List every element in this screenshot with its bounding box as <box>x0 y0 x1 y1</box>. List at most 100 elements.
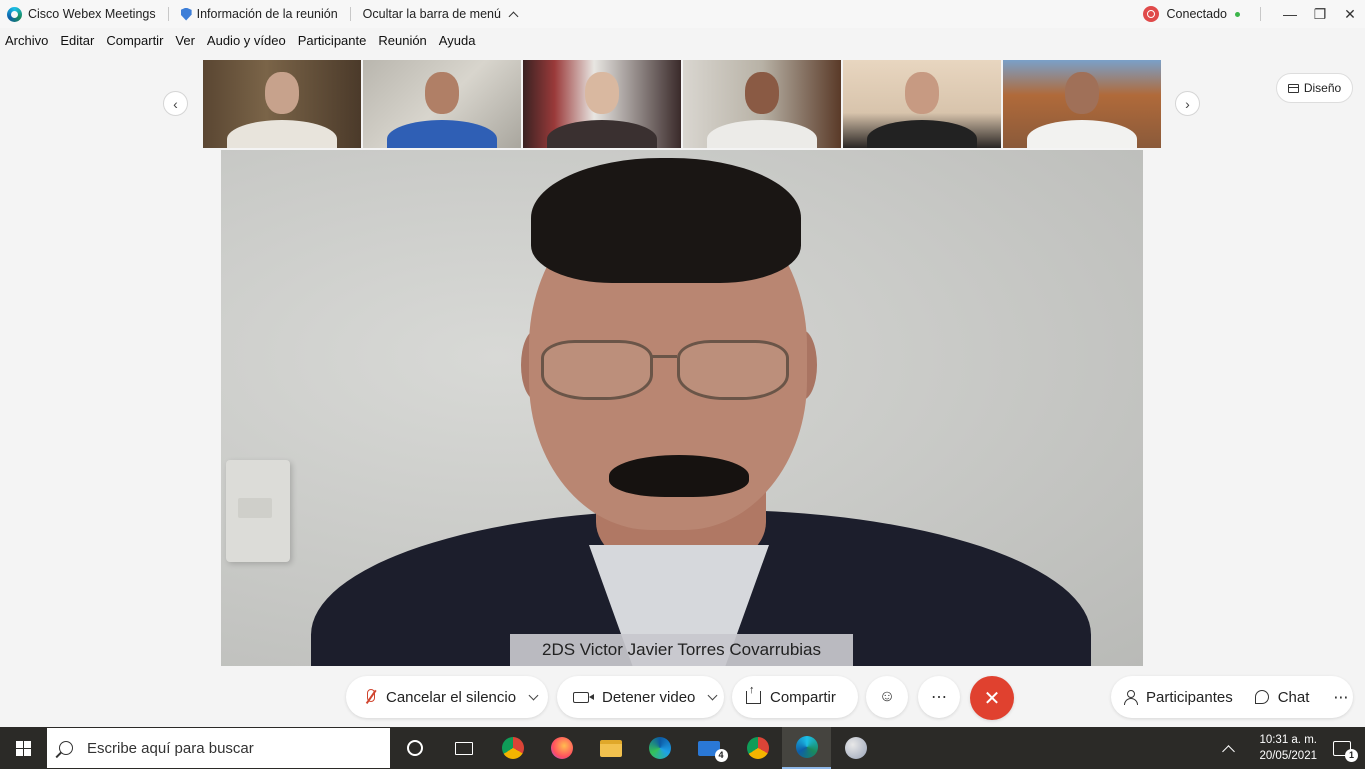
active-speaker-video[interactable]: 2DS Victor Javier Torres Covarrubias <box>221 150 1143 666</box>
next-thumbnails-button[interactable]: › <box>1175 91 1200 116</box>
participant-thumbnails <box>203 60 1161 148</box>
thumbnail-head <box>745 72 779 114</box>
participant-thumbnail[interactable] <box>683 60 841 148</box>
search-placeholder: Escribe aquí para buscar <box>87 739 254 757</box>
menu-ver[interactable]: Ver <box>175 33 195 55</box>
menu-ayuda[interactable]: Ayuda <box>439 33 476 55</box>
task-view-icon <box>454 741 473 755</box>
chrome-button[interactable] <box>488 727 537 769</box>
chrome-profile-button[interactable] <box>733 727 782 769</box>
chat-label: Chat <box>1277 688 1310 706</box>
unmute-label: Cancelar el silencio <box>386 688 517 706</box>
app-name: Cisco Webex Meetings <box>28 7 156 21</box>
share-label: Compartir <box>770 688 836 706</box>
edge-button[interactable] <box>635 727 684 769</box>
share-icon <box>746 684 761 704</box>
menu-archivo[interactable]: Archivo <box>5 33 48 55</box>
participants-button[interactable]: Participantes <box>1123 689 1233 706</box>
camera-icon <box>573 691 594 703</box>
chevron-down-icon[interactable] <box>707 690 718 700</box>
thumbnail-body <box>1027 120 1137 148</box>
thumbnail-head <box>905 72 939 114</box>
speaker-glasses-lens <box>541 340 653 400</box>
layout-icon <box>1287 83 1299 93</box>
search-icon <box>59 741 73 755</box>
participants-label: Participantes <box>1146 688 1233 706</box>
thumbnail-body <box>547 120 657 148</box>
webex-icon <box>795 736 818 758</box>
thumbnail-body <box>867 120 977 148</box>
minimize-button[interactable]: — <box>1275 6 1305 22</box>
participant-thumbnail[interactable] <box>1003 60 1161 148</box>
cortana-button[interactable] <box>390 727 439 769</box>
notification-icon[interactable]: 1 <box>1333 740 1358 762</box>
smiley-icon: ☺ <box>878 688 896 705</box>
unmute-button[interactable]: Cancelar el silencio <box>346 676 548 718</box>
windows-taskbar: Escribe aquí para buscar 4 10:31 a. m. 2… <box>0 727 1365 769</box>
paint-button[interactable] <box>831 727 880 769</box>
more-icon: ⋯ <box>931 689 947 706</box>
participant-thumbnail[interactable] <box>363 60 521 148</box>
participant-thumbnail[interactable] <box>843 60 1001 148</box>
menu-compartir[interactable]: Compartir <box>106 33 163 55</box>
participant-thumbnail[interactable] <box>203 60 361 148</box>
stop-video-label: Detener video <box>602 688 696 706</box>
recording-icon[interactable] <box>1142 6 1159 22</box>
chrome-icon <box>501 737 524 759</box>
reactions-button[interactable]: ☺ <box>866 676 908 718</box>
webex-logo-icon <box>7 6 22 22</box>
mail-badge: 4 <box>714 748 728 762</box>
task-view-button[interactable] <box>439 727 488 769</box>
clock-time: 10:31 a. m. <box>1259 734 1317 746</box>
mail-button[interactable]: 4 <box>684 727 733 769</box>
divider <box>167 7 169 21</box>
chevron-down-icon[interactable] <box>528 690 539 700</box>
thumbnail-body <box>387 120 497 148</box>
menu-reunion[interactable]: Reunión <box>378 33 426 55</box>
meeting-info-label: Información de la reunión <box>196 7 338 21</box>
speaker-glasses-lens <box>677 340 789 400</box>
clock[interactable]: 10:31 a. m. 20/05/2021 <box>1259 732 1317 764</box>
windows-logo-icon <box>16 740 31 756</box>
start-button[interactable] <box>0 727 47 769</box>
webex-taskbar-button[interactable] <box>782 727 831 769</box>
file-explorer-button[interactable] <box>586 727 635 769</box>
taskbar-search[interactable]: Escribe aquí para buscar <box>47 728 390 768</box>
thumbnail-head <box>585 72 619 114</box>
menu-audio-video[interactable]: Audio y vídeo <box>207 33 286 55</box>
share-button[interactable]: Compartir <box>732 676 858 718</box>
thumbnail-head <box>425 72 459 114</box>
panel-more-button[interactable]: ⋯ <box>1333 688 1348 706</box>
firefox-button[interactable] <box>537 727 586 769</box>
restore-button[interactable]: ❐ <box>1305 6 1335 23</box>
end-meeting-button[interactable]: ✕ <box>970 676 1014 720</box>
participant-thumbnail[interactable] <box>523 60 681 148</box>
chevron-up-icon[interactable] <box>1222 744 1236 758</box>
layout-button[interactable]: Diseño <box>1276 73 1353 103</box>
chrome-icon <box>746 737 769 759</box>
chevron-up-icon <box>508 11 519 21</box>
previous-thumbnails-button[interactable]: ‹ <box>163 91 188 116</box>
mail-icon: 4 <box>697 740 728 762</box>
clock-date: 20/05/2021 <box>1259 750 1317 762</box>
close-button[interactable]: ✕ <box>1335 6 1365 23</box>
wall-switch <box>226 460 290 562</box>
hide-menu-button[interactable]: Ocultar la barra de menú <box>363 7 519 21</box>
notification-count: 1 <box>1345 748 1358 762</box>
divider <box>349 7 351 21</box>
speaker-mustache <box>609 455 749 497</box>
chat-button[interactable]: Chat <box>1254 688 1310 706</box>
meeting-info-button[interactable]: Información de la reunión <box>180 7 338 21</box>
person-icon <box>1123 690 1138 705</box>
title-bar-right: Conectado — ❐ ✕ <box>1142 0 1365 28</box>
menu-bar: Archivo Editar Compartir Ver Audio y víd… <box>0 33 475 55</box>
menu-participante[interactable]: Participante <box>298 33 367 55</box>
thumbnail-body <box>707 120 817 148</box>
firefox-icon <box>550 737 573 759</box>
menu-editar[interactable]: Editar <box>60 33 94 55</box>
app-title: Cisco Webex Meetings <box>0 6 156 22</box>
cortana-icon <box>406 740 423 756</box>
stop-video-button[interactable]: Detener video <box>557 676 724 718</box>
chat-icon <box>1254 690 1269 704</box>
more-options-button[interactable]: ⋯ <box>918 676 960 718</box>
